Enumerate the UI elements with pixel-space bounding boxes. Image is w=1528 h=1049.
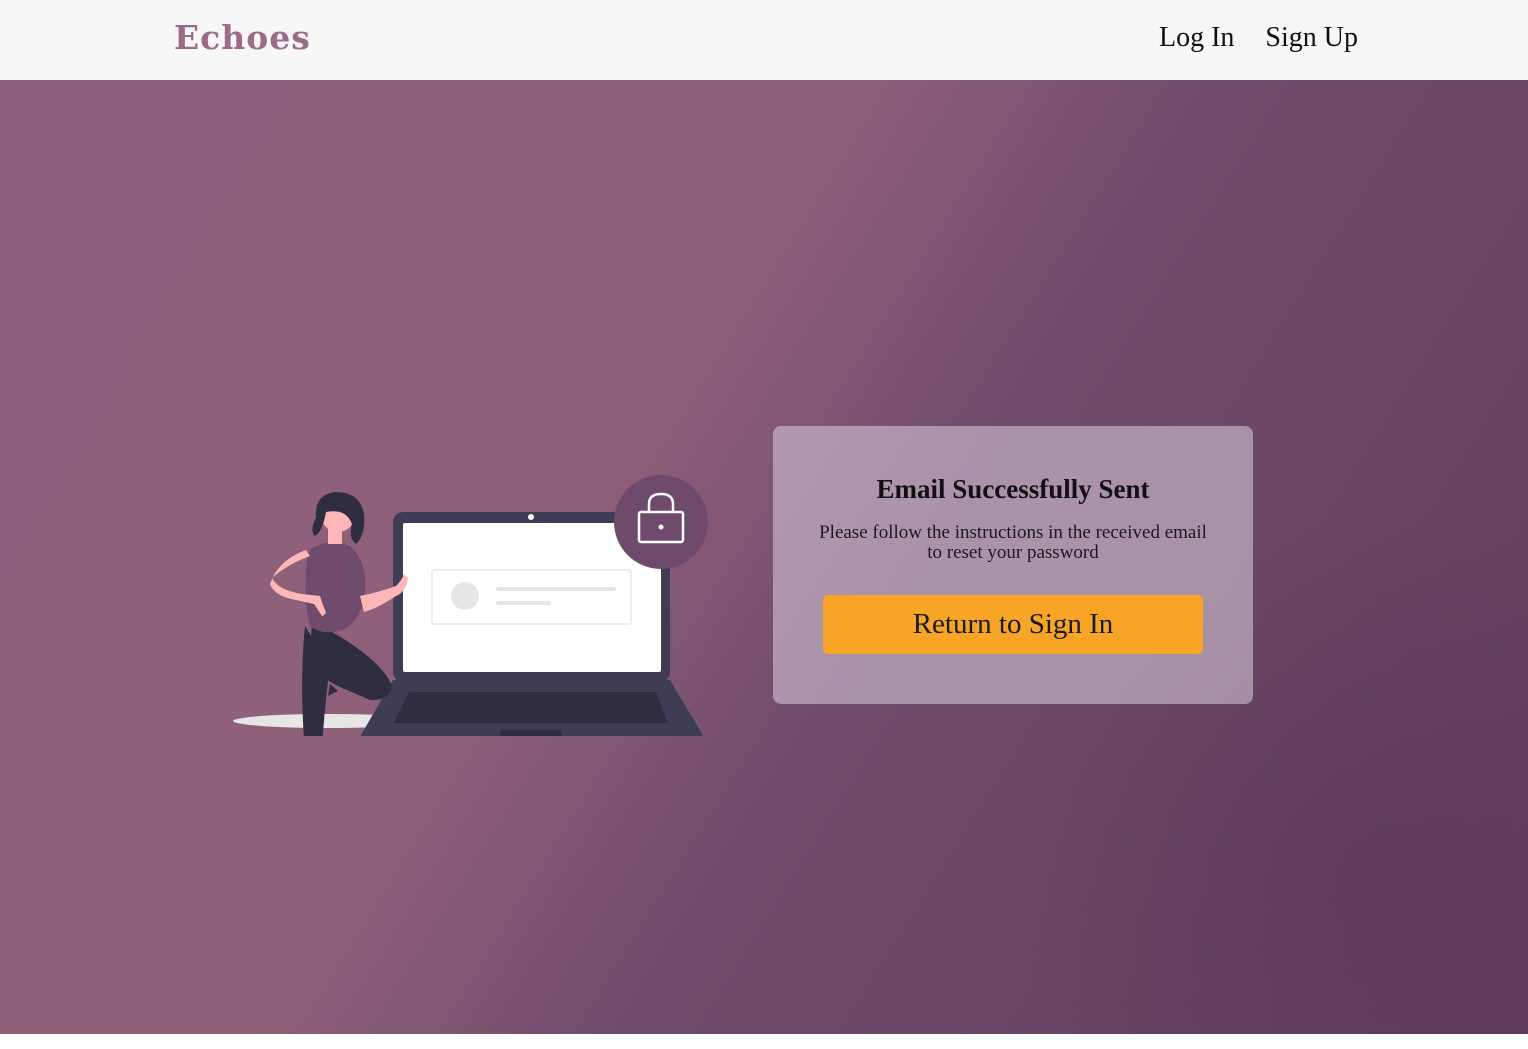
login-link[interactable]: Log In: [1159, 22, 1234, 54]
laptop-keyboard: [394, 692, 668, 723]
card-message: Please follow the instructions in the re…: [819, 522, 1207, 563]
screen-avatar: [451, 582, 479, 610]
screen-line-short: [496, 601, 551, 605]
lock-circle: [614, 475, 708, 569]
laptop-camera: [528, 514, 534, 520]
card-title: Email Successfully Sent: [876, 474, 1150, 504]
hero-section: Email Successfully Sent Please follow th…: [0, 80, 1528, 1034]
brand-logo-link[interactable]: Echoes: [174, 18, 311, 57]
top-navbar: Echoes Log In Sign Up: [0, 0, 1528, 80]
return-to-sign-in-button[interactable]: Return to Sign In: [823, 595, 1203, 654]
email-sent-card: Email Successfully Sent Please follow th…: [773, 426, 1253, 704]
screen-line-long: [496, 587, 616, 591]
woman-laptop-lock-illustration: [233, 475, 708, 736]
laptop-touchpad: [499, 730, 563, 736]
signup-link[interactable]: Sign Up: [1265, 22, 1358, 54]
nav-links: Log In Sign Up: [1159, 22, 1358, 54]
